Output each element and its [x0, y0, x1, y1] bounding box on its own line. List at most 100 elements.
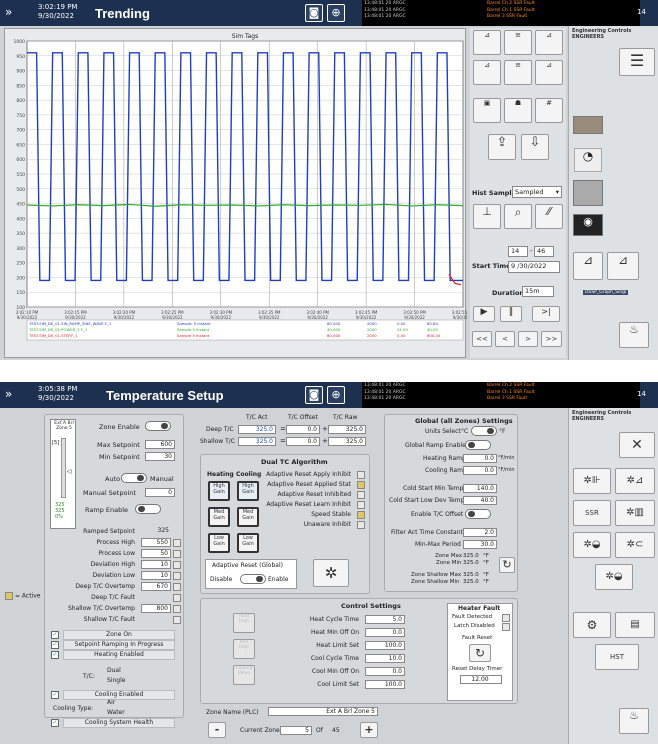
max-setpoint-field[interactable]: 600	[145, 440, 175, 449]
upload-icon[interactable]: ⇪	[488, 134, 516, 160]
cooling-valve-button[interactable]: Cooling Valve	[233, 665, 255, 685]
control-row-value[interactable]: 0.0	[365, 667, 405, 676]
control-row-value[interactable]: 0.0	[365, 628, 405, 637]
process-row-value[interactable]: 10	[141, 560, 171, 569]
hst-icon[interactable]: HST	[595, 644, 639, 670]
start-hour-spinner[interactable]: 14	[508, 246, 528, 257]
heat-med-gain-button[interactable]: Med Gain	[208, 507, 230, 527]
filter-field[interactable]: 2.0	[463, 528, 497, 537]
cool-low-gain-button[interactable]: Low Gain	[237, 533, 259, 553]
control-row-value[interactable]: 10.0	[365, 654, 405, 663]
start-minute-spinner[interactable]: 46	[534, 246, 554, 257]
heat-high-gain-button[interactable]: High Gain	[208, 481, 230, 501]
pens-button[interactable]: ☗	[504, 98, 532, 123]
alarm-banner[interactable]: 13:48:01 20 ARGC 13:48:01 20 ARGC 13:48:…	[362, 0, 640, 26]
cooling-air-option[interactable]: Air	[107, 699, 115, 706]
graph-gear-icon[interactable]: ✲⊿	[615, 468, 655, 494]
menu-chevron-icon[interactable]: »	[5, 5, 12, 19]
process-row-value[interactable]: 10	[141, 571, 171, 580]
trend-multi-icon[interactable]: ⊿	[573, 252, 603, 280]
globe-icon[interactable]: ⊕	[327, 386, 345, 404]
control-row-value[interactable]: 100.0	[365, 680, 405, 689]
ramp-enable-toggle[interactable]	[135, 504, 161, 514]
duration-select[interactable]: 15m	[522, 286, 554, 297]
chart-style-1-button[interactable]: ⊿	[473, 30, 501, 55]
process-row-value[interactable]: 50	[141, 549, 171, 558]
equipment-thumbnail[interactable]	[573, 116, 603, 134]
nav-prev-button[interactable]: <	[495, 331, 515, 347]
hamburger-menu-icon[interactable]: ☰	[619, 48, 655, 76]
control-row-value[interactable]: 5.0	[365, 615, 405, 624]
eye-icon[interactable]: ◉	[573, 214, 603, 236]
cool-high-gain-button[interactable]: High Gain	[237, 481, 259, 501]
prev-zone-button[interactable]: -	[208, 722, 226, 738]
pump-icon[interactable]: ♨	[619, 708, 649, 734]
heater-gear-icon[interactable]: ✲▥	[615, 500, 655, 526]
machine-thumbnail[interactable]	[573, 180, 603, 206]
globe-icon[interactable]: ⊕	[327, 4, 345, 22]
settings-gear-icon[interactable]: ✲	[313, 559, 349, 587]
manual-setpoint-field[interactable]: 0	[145, 488, 175, 497]
hist-sampling-select[interactable]: Sampled ▾	[512, 186, 562, 198]
chart-image-button[interactable]: ▣	[473, 98, 501, 123]
shallow-tc-offset[interactable]: 0.0	[286, 437, 320, 446]
chart-style-6-button[interactable]: ⊿	[535, 60, 563, 85]
screenshot-icon[interactable]: ◙	[305, 4, 323, 22]
cursor-button[interactable]: ⊥	[473, 204, 501, 229]
heat-low-gain-button[interactable]: Low Gain	[208, 533, 230, 553]
mid-high-button[interactable]: Mid High	[233, 639, 255, 659]
units-toggle[interactable]	[471, 426, 497, 436]
pan-icon[interactable]: ⁄⁄	[535, 204, 563, 229]
adaptive-reset-toggle[interactable]	[240, 574, 266, 584]
heat-high-button[interactable]: Heat High	[233, 613, 255, 633]
play-icon[interactable]: ▶	[473, 306, 495, 322]
gauge-icon[interactable]: ◔	[574, 148, 602, 172]
chart-style-5-button[interactable]: ≡	[504, 60, 532, 85]
nav-first-button[interactable]: <<	[472, 331, 492, 347]
process-row-value[interactable]: 670	[141, 582, 171, 591]
nav-next-button[interactable]: >	[518, 331, 538, 347]
heating-ramp-field[interactable]: 0.0	[463, 454, 497, 463]
gauge-gear-icon[interactable]: ✲◒	[573, 532, 611, 558]
fault-reset-icon[interactable]: ↻	[469, 644, 491, 662]
deep-tc-offset[interactable]: 0.0	[286, 425, 320, 434]
auto-manual-toggle[interactable]	[121, 473, 147, 483]
meter-gear-icon[interactable]: ✲◒	[595, 564, 633, 590]
cooling-water-option[interactable]: Water	[107, 709, 125, 716]
download-icon[interactable]: ⇩	[521, 134, 549, 160]
grid-button[interactable]: #	[535, 98, 563, 123]
enable-offset-toggle[interactable]	[465, 509, 491, 519]
menu-chevron-icon[interactable]: »	[5, 387, 12, 401]
chart-style-3-button[interactable]: ⊿	[535, 30, 563, 55]
next-zone-button[interactable]: +	[360, 722, 378, 738]
tc-dual-option[interactable]: Dual	[107, 667, 121, 674]
cold-dev-field[interactable]: 40.0	[463, 496, 497, 505]
cool-med-gain-button[interactable]: Med Gain	[237, 507, 259, 527]
cold-start-field[interactable]: 140.0	[463, 484, 497, 493]
minmax-field[interactable]: 30.0	[463, 540, 497, 549]
zone-enable-toggle[interactable]	[145, 421, 171, 431]
start-date-field[interactable]: 9 /30/2022	[508, 261, 560, 273]
zoom-icon[interactable]: ⌕	[504, 204, 532, 229]
process-row-value[interactable]: 800	[141, 604, 171, 613]
trend-chart[interactable]: Sim Tags 1000 950 900 850 800 750 700 650 600 550 5…	[5, 29, 467, 359]
process-row-value[interactable]: 550	[141, 538, 171, 547]
reset-delay-field[interactable]: 12.00	[460, 675, 502, 684]
min-setpoint-field[interactable]: 30	[145, 452, 175, 461]
current-zone-field[interactable]: 5	[280, 726, 312, 735]
nav-last-button[interactable]: >>	[541, 331, 562, 347]
control-row-value[interactable]: 100.0	[365, 641, 405, 650]
refresh-icon[interactable]: ↻	[499, 557, 515, 573]
chart-style-4-button[interactable]: ⊿	[473, 60, 501, 85]
ssr-icon[interactable]: SSR	[573, 500, 611, 526]
global-ramp-toggle[interactable]	[465, 440, 491, 450]
alarm-banner[interactable]: 13:48:01 20 ARGC 13:48:01 20 ARGC 13:48:…	[362, 382, 640, 408]
valve-gear-icon[interactable]: ✲⊂	[615, 532, 655, 558]
conveyor-icon[interactable]: ▤	[615, 612, 655, 638]
gears-icon[interactable]: ⚙	[573, 612, 611, 638]
cooling-ramp-field[interactable]: 0.0	[463, 466, 497, 475]
screenshot-icon[interactable]: ◙	[305, 386, 323, 404]
thermometer-gear-icon[interactable]: ✲⊪	[573, 468, 611, 494]
zone-name-field[interactable]: Ext A Brl Zone 5	[268, 707, 378, 716]
trend-single-icon[interactable]: ⊿	[607, 252, 639, 280]
